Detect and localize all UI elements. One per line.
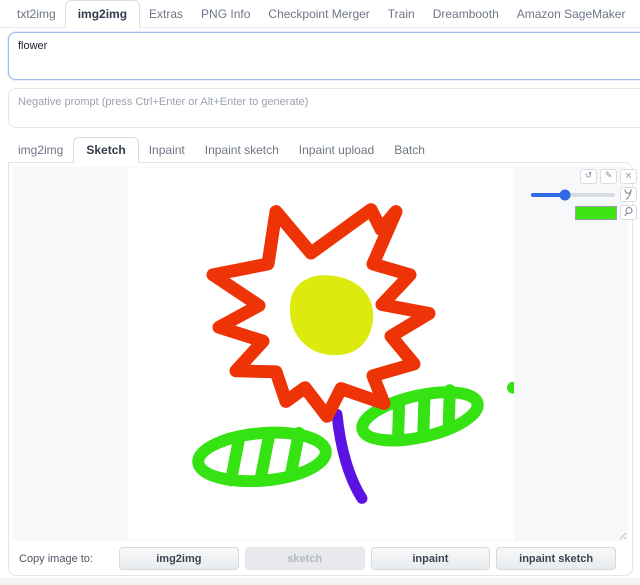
- clear-button[interactable]: ×: [620, 169, 637, 184]
- sketch-toolbar: ↺ ✎ ×: [529, 169, 637, 220]
- page-background-strip: [0, 578, 640, 585]
- copy-image-label: Copy image to:: [13, 553, 119, 565]
- main-tab-bar: txt2img img2img Extras PNG Info Checkpoi…: [0, 0, 640, 28]
- mode-tab-sketch[interactable]: Sketch: [73, 137, 138, 163]
- color-picker-button[interactable]: [620, 205, 637, 220]
- tab-amazon-sagemaker[interactable]: Amazon SageMaker: [508, 1, 635, 27]
- sketch-image-area: ↺ ✎ ×: [13, 167, 628, 541]
- tab-checkpoint-merger[interactable]: Checkpoint Merger: [259, 1, 378, 27]
- copy-to-sketch-button[interactable]: sketch: [245, 547, 365, 570]
- resize-handle-icon[interactable]: [617, 530, 627, 540]
- mode-tab-inpaint-upload[interactable]: Inpaint upload: [289, 138, 384, 162]
- mode-tab-img2img[interactable]: img2img: [8, 138, 73, 162]
- undo-button[interactable]: ↺: [580, 169, 597, 184]
- copy-to-inpaint-sketch-button[interactable]: inpaint sketch: [496, 547, 616, 570]
- negative-prompt-input[interactable]: [8, 88, 640, 128]
- undo-icon: ↺: [585, 171, 593, 181]
- brush-button[interactable]: ✎: [600, 169, 617, 184]
- tab-png-info[interactable]: PNG Info: [192, 1, 259, 27]
- flower-sketch-drawing: [128, 168, 514, 540]
- sketch-panel: ↺ ✎ ×: [8, 162, 633, 576]
- copy-to-img2img-button[interactable]: img2img: [119, 547, 239, 570]
- mode-tab-inpaint[interactable]: Inpaint: [139, 138, 195, 162]
- mode-tab-inpaint-sketch[interactable]: Inpaint sketch: [195, 138, 289, 162]
- sketch-canvas[interactable]: [128, 168, 514, 540]
- prompt-input[interactable]: flower: [8, 32, 640, 80]
- brush-size-button[interactable]: [620, 187, 637, 202]
- img2img-mode-tabs: img2img Sketch Inpaint Inpaint sketch In…: [8, 137, 640, 162]
- copy-to-inpaint-button[interactable]: inpaint: [371, 547, 491, 570]
- tab-settings[interactable]: Settings: [634, 1, 640, 27]
- leaf-left: [196, 428, 328, 486]
- tab-img2img[interactable]: img2img: [65, 0, 140, 28]
- stray-dot: [507, 382, 514, 394]
- tab-extras[interactable]: Extras: [140, 1, 192, 27]
- mode-tab-batch[interactable]: Batch: [384, 138, 435, 162]
- copy-image-buttons: img2img sketch inpaint inpaint sketch: [119, 547, 616, 570]
- clear-icon: ×: [625, 171, 633, 181]
- slider-thumb[interactable]: [560, 189, 571, 200]
- flower-center: [290, 275, 373, 355]
- color-picker-icon: [623, 206, 634, 217]
- brush-size-slider[interactable]: [529, 188, 617, 202]
- brush-color-swatch[interactable]: [575, 206, 617, 220]
- copy-image-row: Copy image to: img2img sketch inpaint in…: [13, 547, 628, 570]
- tab-dreambooth[interactable]: Dreambooth: [424, 1, 508, 27]
- brush-icon: ✎: [605, 171, 613, 181]
- tab-train[interactable]: Train: [379, 1, 424, 27]
- brush-size-icon: [623, 188, 634, 200]
- tab-txt2img[interactable]: txt2img: [8, 1, 65, 27]
